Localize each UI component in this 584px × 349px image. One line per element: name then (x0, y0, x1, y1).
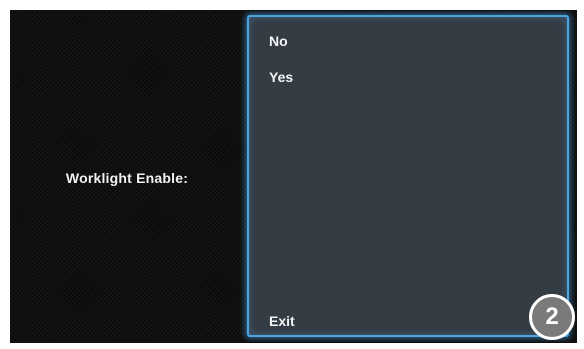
worklight-enable-label: Worklight Enable: (65, 170, 189, 186)
option-yes[interactable]: Yes (265, 67, 297, 87)
exit-button[interactable]: Exit (265, 311, 299, 331)
step-number-badge: 2 (529, 294, 575, 340)
options-panel: No Yes Exit (247, 15, 569, 337)
option-no[interactable]: No (265, 31, 292, 51)
display-screen: Worklight Enable: No Yes Exit (10, 10, 577, 343)
